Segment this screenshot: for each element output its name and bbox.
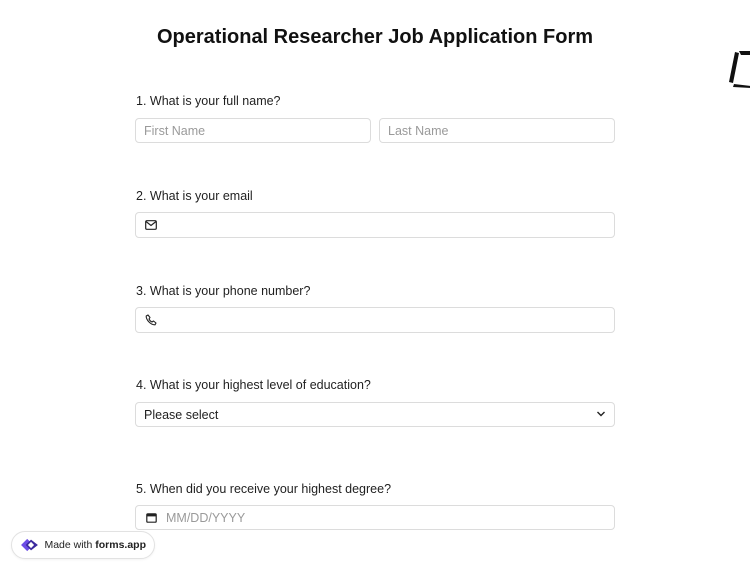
envelope-icon bbox=[144, 218, 158, 232]
email-input[interactable] bbox=[135, 212, 615, 238]
forms-app-logo-icon bbox=[21, 538, 38, 552]
made-with-forms-app-badge[interactable]: Made with forms.app bbox=[11, 531, 155, 559]
last-name-input[interactable]: Last Name bbox=[379, 118, 615, 143]
badge-prefix: Made with bbox=[44, 539, 96, 551]
decorative-bracket-icon bbox=[729, 51, 750, 88]
first-name-input[interactable]: First Name bbox=[135, 118, 371, 143]
chevron-down-icon bbox=[596, 408, 606, 422]
degree-date-input[interactable]: MM/DD/YYYY bbox=[135, 505, 615, 530]
date-placeholder: MM/DD/YYYY bbox=[166, 510, 246, 525]
education-select-value: Please select bbox=[144, 407, 219, 422]
question-4-label: 4. What is your highest level of educati… bbox=[136, 378, 371, 392]
question-3-label: 3. What is your phone number? bbox=[136, 284, 311, 298]
first-name-placeholder: First Name bbox=[144, 123, 206, 138]
page-title: Operational Researcher Job Application F… bbox=[156, 26, 594, 48]
badge-brand: forms.app bbox=[95, 539, 146, 551]
question-5-label: 5. When did you receive your highest deg… bbox=[136, 482, 392, 496]
question-2-label: 2. What is your email bbox=[136, 189, 253, 203]
phone-icon bbox=[144, 313, 158, 327]
question-1-label: 1. What is your full name? bbox=[136, 94, 281, 108]
calendar-icon bbox=[144, 511, 158, 525]
last-name-placeholder: Last Name bbox=[388, 123, 449, 138]
phone-input[interactable] bbox=[135, 307, 615, 333]
education-select[interactable]: Please select bbox=[135, 402, 615, 427]
